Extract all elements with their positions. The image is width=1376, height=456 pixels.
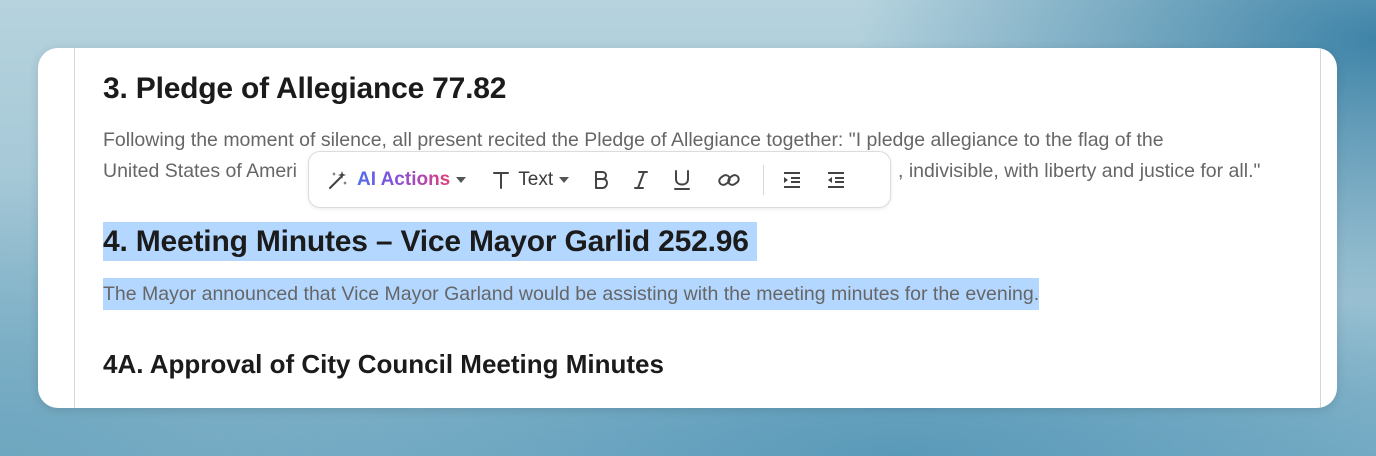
underline-icon <box>673 169 691 191</box>
document-card: 3. Pledge of Allegiance 77.82 Following … <box>38 48 1337 408</box>
italic-icon <box>633 170 649 190</box>
link-button[interactable] <box>717 170 741 190</box>
heading-pledge[interactable]: 3. Pledge of Allegiance 77.82 <box>103 72 506 106</box>
underline-button[interactable] <box>673 169 691 191</box>
bold-button[interactable] <box>593 170 609 190</box>
ai-actions-dropdown[interactable]: AI Actions <box>327 168 467 191</box>
paragraph-pledge-line2-end: , indivisible, with liberty and justice … <box>898 160 1261 182</box>
ai-actions-label: AI Actions <box>357 168 451 190</box>
paragraph-pledge-line2-start: United States of Ameri <box>103 160 298 182</box>
toolbar-divider <box>763 164 765 195</box>
text-style-label: Text <box>518 168 554 190</box>
bold-icon <box>593 170 609 190</box>
paragraph-meeting-minutes[interactable]: The Mayor announced that Vice Mayor Garl… <box>103 278 1303 310</box>
right-margin-rule <box>1320 48 1321 408</box>
text-style-dropdown[interactable]: Text <box>492 168 570 191</box>
outdent-icon <box>826 170 846 190</box>
italic-button[interactable] <box>633 170 649 190</box>
formatting-toolbar: AI Actions Text <box>308 151 891 208</box>
indent-button[interactable] <box>782 170 802 190</box>
heading-meeting-minutes[interactable]: 4. Meeting Minutes – Vice Mayor Garlid 2… <box>103 222 757 261</box>
chevron-down-icon <box>456 176 467 183</box>
selected-heading-text: 4. Meeting Minutes – Vice Mayor Garlid 2… <box>103 222 757 261</box>
text-type-icon <box>492 170 510 190</box>
chevron-down-icon <box>559 176 570 183</box>
magic-wand-icon <box>327 169 349 191</box>
link-icon <box>717 170 741 190</box>
indent-icon <box>782 170 802 190</box>
heading-approval-minutes[interactable]: 4A. Approval of City Council Meeting Min… <box>103 349 664 380</box>
selected-paragraph-text: The Mayor announced that Vice Mayor Garl… <box>103 278 1040 310</box>
outdent-button[interactable] <box>826 170 846 190</box>
left-margin-rule <box>74 48 75 408</box>
